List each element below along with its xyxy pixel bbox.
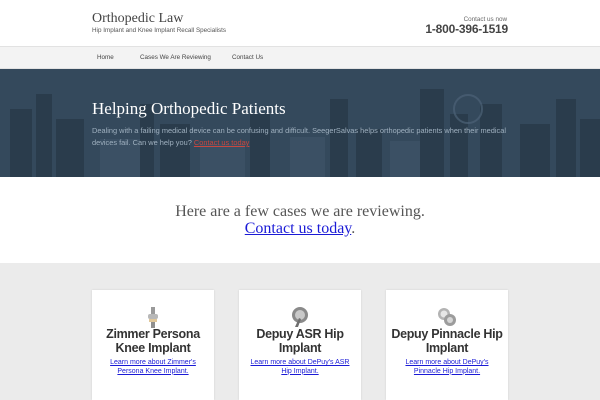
case-card-title: Depuy Pinnacle Hip Implant (391, 327, 503, 355)
site-header: Orthopedic Law Hip Implant and Knee Impl… (0, 0, 600, 46)
cases-heading: Here are a few cases we are reviewing. (175, 203, 425, 220)
intro-contact-link[interactable]: Contact us today (245, 220, 352, 237)
cases-intro: Here are a few cases we are reviewing. C… (0, 177, 600, 263)
hero-title: Helping Orthopedic Patients (92, 99, 286, 118)
hip-implant-icon (292, 307, 308, 327)
site-tagline: Hip Implant and Knee Implant Recall Spec… (92, 27, 227, 34)
case-card-depuy-asr[interactable]: Depuy ASR Hip Implant Learn more about D… (239, 290, 361, 400)
main-nav: Home Cases We Are Reviewing Contact Us (0, 46, 600, 69)
case-card-title: Depuy ASR Hip Implant (256, 327, 344, 355)
hero-contact-link[interactable]: Contact us today (194, 138, 249, 147)
cases-cards-section: Zimmer Persona Knee Implant Learn more a… (0, 263, 600, 400)
case-card-link[interactable]: Learn more about Zimmer's Persona Knee I… (100, 359, 206, 376)
nav-home[interactable]: Home (97, 54, 114, 61)
nav-cases-we-are-reviewing[interactable]: Cases We Are Reviewing (140, 54, 211, 61)
hero-description: Dealing with a failing medical device ca… (92, 126, 506, 147)
intro-link-line: Contact us today. (0, 220, 600, 238)
pinnacle-implant-icon (438, 308, 456, 326)
site-title[interactable]: Orthopedic Law (92, 11, 183, 27)
case-card-link[interactable]: Learn more about DePuy's Pinnacle Hip Im… (394, 359, 500, 376)
hero-text: Dealing with a failing medical device ca… (92, 125, 508, 149)
city-skyline-background (0, 69, 600, 177)
hero-banner: Helping Orthopedic Patients Dealing with… (0, 69, 600, 177)
case-card-link[interactable]: Learn more about DePuy's ASR Hip Implant… (247, 359, 353, 376)
nav-contact-us[interactable]: Contact Us (232, 54, 263, 61)
intro-link-suffix: . (351, 220, 356, 237)
case-card-zimmer-persona[interactable]: Zimmer Persona Knee Implant Learn more a… (92, 290, 214, 400)
case-card-title: Zimmer Persona Knee Implant (106, 327, 200, 355)
knee-implant-icon (148, 307, 158, 328)
case-card-depuy-pinnacle[interactable]: Depuy Pinnacle Hip Implant Learn more ab… (386, 290, 508, 400)
phone-number[interactable]: 1-800-396-1519 (425, 22, 508, 36)
